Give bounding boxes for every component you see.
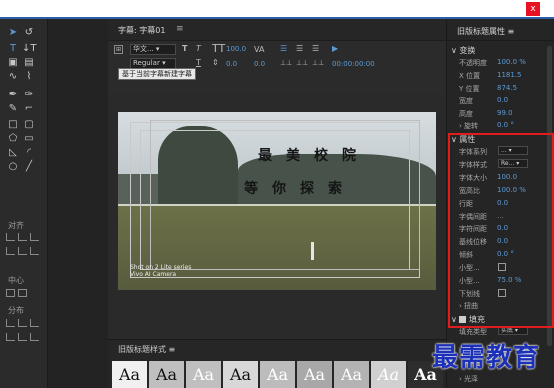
camera-watermark-line-2: Vivo AI Camera xyxy=(130,271,177,278)
distribute-row-1[interactable] xyxy=(6,319,46,329)
rotation-label: 旋转 xyxy=(464,122,479,130)
new-title-icon[interactable]: ⊞ xyxy=(114,45,123,54)
brand-watermark: 最需教育 xyxy=(432,343,541,373)
selection-tool-icon[interactable]: ➤ xyxy=(6,27,20,39)
transform-section[interactable]: ∨ 变换 xyxy=(451,45,475,56)
style-swatch[interactable]: Aa xyxy=(260,361,295,388)
align-left-icon[interactable]: ☰ xyxy=(280,44,287,53)
type-tool-icon[interactable]: T xyxy=(6,43,20,55)
line-tool-icon[interactable]: ╱ xyxy=(22,161,36,173)
wedge-tool-icon[interactable]: ◺ xyxy=(6,147,20,159)
distribute-section-label: 分布 xyxy=(8,306,24,315)
title-tab[interactable]: 字幕: 字幕01 xyxy=(118,25,165,36)
rotation-value[interactable]: 0.0 ° xyxy=(497,121,514,129)
vertical-area-type-tool-icon[interactable]: ▤ xyxy=(22,57,36,69)
convert-anchor-tool-icon[interactable]: ⌐ xyxy=(22,103,36,115)
align-row-1[interactable] xyxy=(6,233,46,243)
tab-menu-icon[interactable]: ≡ xyxy=(176,24,184,34)
leading-icon: ⇕ xyxy=(212,58,219,67)
width-value[interactable]: 0.0 xyxy=(497,96,508,104)
height-value[interactable]: 99.0 xyxy=(497,109,513,117)
align-row-2[interactable] xyxy=(6,247,46,257)
fill-type-label: 填充类型 xyxy=(459,328,487,336)
style-swatch[interactable]: Aa xyxy=(149,361,184,388)
xpos-value[interactable]: 1181.5 xyxy=(497,71,522,79)
transform-label: 变换 xyxy=(459,46,476,55)
title-toolbar: ⊞ 华文... ▾ Regular ▾ T T T TT 100.0 ⇕ 0.0… xyxy=(108,41,446,93)
camera-watermark-line-1: Shot on 2 Lite series xyxy=(130,264,192,271)
style-swatch[interactable]: Aa xyxy=(371,361,406,388)
kerning-value[interactable]: 0.0 xyxy=(254,60,265,68)
ellipse-tool-icon[interactable]: ○ xyxy=(6,161,20,173)
properties-title: 旧版标题属性 ≡ xyxy=(457,26,514,37)
fill-type-value: 实底 xyxy=(501,327,514,334)
ypos-label: Y 位置 xyxy=(459,85,480,93)
opacity-label: 不透明度 xyxy=(459,59,487,67)
properties-menu-icon[interactable]: ≡ xyxy=(508,27,515,36)
rotation-row[interactable]: › 旋转 xyxy=(459,121,478,131)
vertical-type-tool-icon[interactable]: ↓T xyxy=(22,43,37,55)
add-anchor-tool-icon[interactable]: ✎ xyxy=(6,103,20,115)
camera-watermark: Shot on 2 Lite series Vivo AI Camera xyxy=(130,264,191,278)
opacity-value[interactable]: 100.0 % xyxy=(497,58,526,66)
tab-stops-icon[interactable]: ⊥⊥ xyxy=(280,59,292,67)
title-tab-bar: 字幕: 字幕01 ≡ xyxy=(108,19,446,41)
vertical-path-type-tool-icon[interactable]: ⌇ xyxy=(22,71,36,83)
font-size-icon: TT xyxy=(212,42,226,55)
style-swatch[interactable]: Aa xyxy=(297,361,332,388)
align-section-label: 对齐 xyxy=(8,221,24,230)
sheen-row[interactable]: › 光泽 xyxy=(459,374,478,384)
ypos-value[interactable]: 874.5 xyxy=(497,84,517,92)
properties-title-text: 旧版标题属性 xyxy=(457,27,505,36)
title-line-2[interactable]: 等你探索 xyxy=(244,178,356,198)
path-type-tool-icon[interactable]: ∿ xyxy=(6,71,20,83)
show-video-icon[interactable]: ▶ xyxy=(332,44,338,53)
tab-stops-icon-3[interactable]: ⊥⊥ xyxy=(312,59,324,67)
xpos-label: X 位置 xyxy=(459,72,481,80)
font-family-dropdown[interactable]: 华文... ▾ xyxy=(130,44,176,55)
kerning-icon: VA xyxy=(254,45,265,54)
align-right-icon[interactable]: ☰ xyxy=(312,44,319,53)
rounded-rectangle-tool-icon[interactable]: ▢ xyxy=(22,119,36,131)
area-type-tool-icon[interactable]: ▣ xyxy=(6,57,20,69)
center-buttons[interactable] xyxy=(6,289,46,299)
title-styles-panel: 旧版标题样式 ≡ Aa Aa Aa Aa Aa Aa Aa Aa Aa xyxy=(108,339,446,388)
pen-tool-icon[interactable]: ✒ xyxy=(6,89,20,101)
font-size-value[interactable]: 100.0 xyxy=(226,45,246,53)
rotate-tool-icon[interactable]: ↺ xyxy=(22,27,36,39)
video-preview[interactable]: 最美校院 等你探索 Shot on 2 Lite series Vivo AI … xyxy=(118,112,436,290)
title-line-1[interactable]: 最美校院 xyxy=(258,145,370,165)
width-label: 宽度 xyxy=(459,97,473,105)
delete-anchor-tool-icon[interactable]: ✑ xyxy=(22,89,36,101)
center-section-label: 中心 xyxy=(8,276,24,285)
styles-panel-title: 旧版标题样式 ≡ xyxy=(118,344,175,355)
rectangle-tool-icon[interactable]: □ xyxy=(6,119,20,131)
bold-icon[interactable]: T xyxy=(182,44,187,53)
clipped-corner-tool-icon[interactable]: ⬠ xyxy=(6,133,20,145)
underline-icon[interactable]: T xyxy=(196,58,201,67)
italic-icon[interactable]: T xyxy=(196,44,201,53)
font-style-value: Regular xyxy=(133,59,160,67)
leading-value[interactable]: 0.0 xyxy=(226,60,237,68)
align-center-icon[interactable]: ☰ xyxy=(296,44,303,53)
font-family-value: 华文... xyxy=(133,45,154,53)
style-swatch[interactable]: Aa xyxy=(334,361,369,388)
style-swatch[interactable]: Aa xyxy=(223,361,258,388)
highlight-annotation-box xyxy=(448,133,554,328)
height-label: 高度 xyxy=(459,110,473,118)
arc-tool-icon[interactable]: ◜ xyxy=(22,147,36,159)
distribute-row-2[interactable] xyxy=(6,333,46,343)
rounded-corner-tool-icon[interactable]: ▭ xyxy=(22,133,36,145)
style-swatch[interactable]: Aa xyxy=(186,361,221,388)
styles-title-text: 旧版标题样式 xyxy=(118,345,166,354)
close-button[interactable]: x xyxy=(526,2,540,16)
timecode[interactable]: 00:00:00:00 xyxy=(332,60,375,68)
styles-menu-icon[interactable]: ≡ xyxy=(169,345,176,354)
tooltip: 基于当前字幕新建字幕 xyxy=(118,68,196,80)
tools-panel: ➤ ↺ T ↓T ▣ ▤ ∿ ⌇ ✒ ✑ ✎ ⌐ □ ▢ ⬠ ▭ ◺ ◜ ○ ╱… xyxy=(0,19,48,388)
style-swatch[interactable]: Aa xyxy=(112,361,147,388)
tab-stops-icon-2[interactable]: ⊥⊥ xyxy=(296,59,308,67)
sheen-label: 光泽 xyxy=(464,375,479,383)
properties-header: 旧版标题属性 ≡ xyxy=(447,19,554,41)
